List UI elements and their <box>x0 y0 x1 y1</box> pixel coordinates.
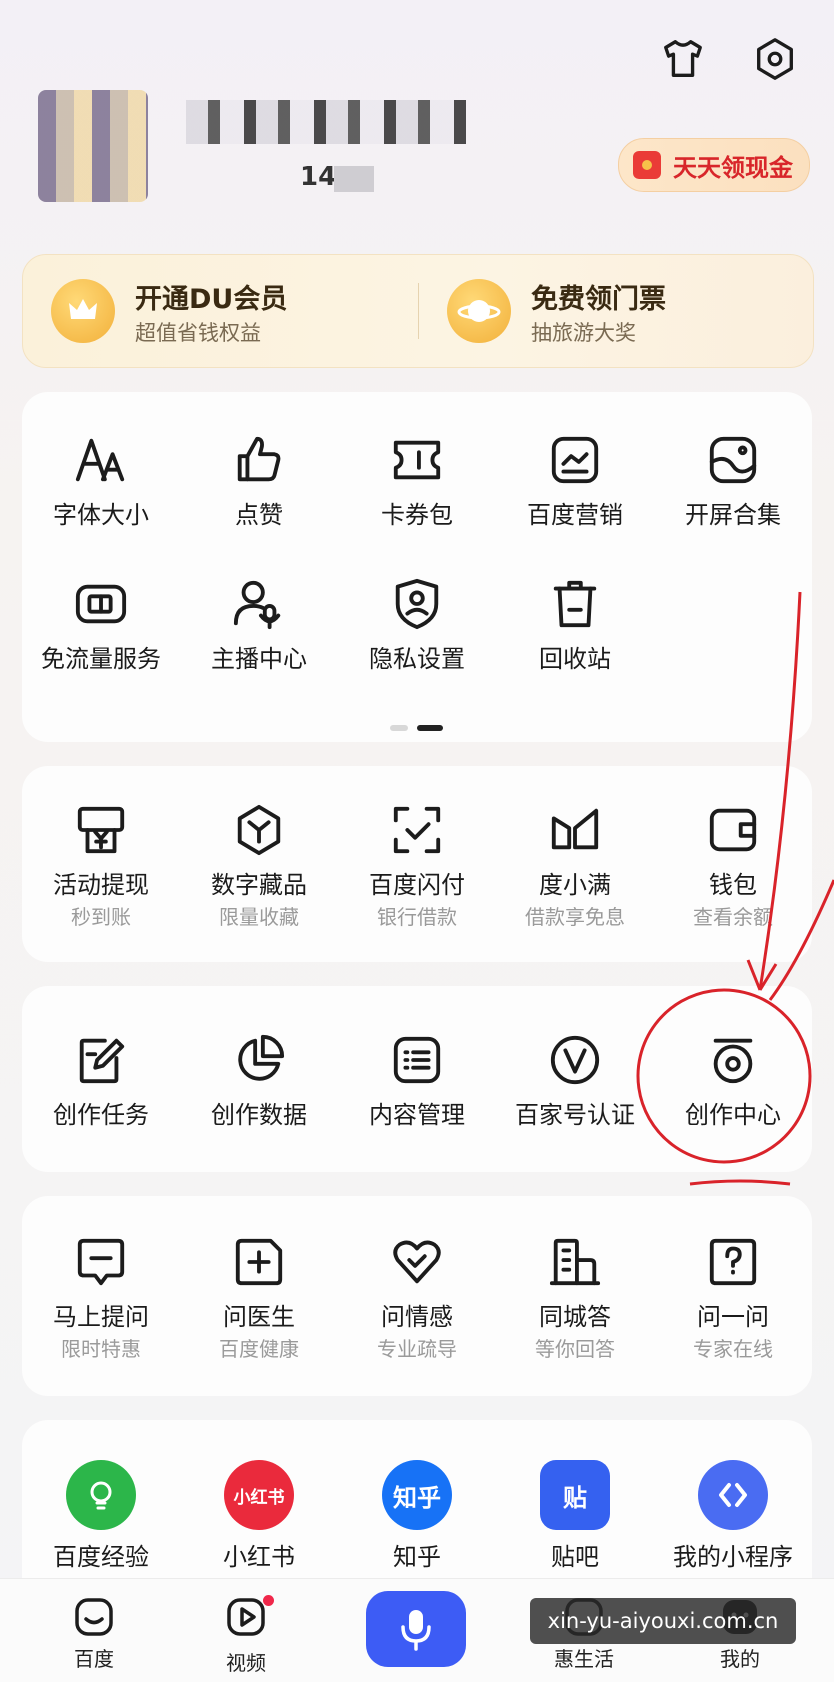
username-mosaic <box>186 100 466 144</box>
digital-collectibles-item[interactable]: 数字藏品 限量收藏 <box>180 802 338 930</box>
creation-center-icon <box>713 1038 753 1084</box>
video-play-icon <box>227 1598 265 1636</box>
content-management-item[interactable]: 内容管理 <box>338 1032 496 1130</box>
vip-title: 开通DU会员 <box>135 284 288 315</box>
free-data-item[interactable]: 免流量服务 <box>22 576 180 674</box>
xiaohongshu-item[interactable]: 小红书 小红书 <box>180 1460 338 1572</box>
font-size-icon <box>75 438 125 482</box>
du-vip-entry[interactable]: 开通DU会员 超值省钱权益 <box>23 255 418 367</box>
red-packet-button[interactable]: 天天领现金 <box>618 138 810 192</box>
tools-card: 字体大小 点赞 卡券包 百度营销 开屏合集 免流量服务 主播中心 隐私设置 回收… <box>22 392 812 742</box>
thumbs-up-icon <box>237 436 281 482</box>
heart-check-icon <box>393 1240 441 1284</box>
list-icon <box>393 1036 441 1084</box>
likes-item[interactable]: 点赞 <box>180 432 338 530</box>
watermark-label: xin-yu-aiyouxi.com.cn <box>530 1598 796 1644</box>
tshirt-icon[interactable] <box>660 36 706 82</box>
my-miniprogram-item[interactable]: 我的小程序 <box>654 1460 812 1572</box>
notification-dot <box>263 1595 274 1606</box>
edit-icon <box>79 1038 125 1084</box>
streamer-icon <box>233 580 281 630</box>
wallet-item[interactable]: 钱包 查看余额 <box>654 802 812 930</box>
crown-icon <box>51 279 115 343</box>
baidu-jingyan-item[interactable]: 百度经验 <box>22 1460 180 1572</box>
trash-icon <box>553 580 597 628</box>
ask-doctor-item[interactable]: 问医生 百度健康 <box>180 1234 338 1362</box>
local-answer-item[interactable]: 同城答 等你回答 <box>496 1234 654 1362</box>
tools-row-2: 免流量服务 主播中心 隐私设置 回收站 <box>22 576 812 674</box>
baijiahao-verify-item[interactable]: 百家号认证 <box>496 1032 654 1130</box>
building-icon <box>549 1238 601 1286</box>
tieba-item[interactable]: 贴 贴吧 <box>496 1460 654 1572</box>
duxiaoman-item[interactable]: 度小满 借款享免息 <box>496 802 654 930</box>
creation-data-item[interactable]: 创作数据 <box>180 1032 338 1130</box>
user-id-mosaic <box>334 166 374 192</box>
shield-icon <box>395 578 439 630</box>
medical-plus-icon <box>235 1238 283 1286</box>
tab-baidu[interactable]: 百度 <box>34 1595 154 1672</box>
ask-emotion-item[interactable]: 问情感 专业疏导 <box>338 1234 496 1362</box>
streamer-center-item[interactable]: 主播中心 <box>180 576 338 674</box>
microphone-icon <box>401 1610 431 1651</box>
user-id-text: 14 <box>300 162 337 192</box>
sim-card-icon <box>75 584 127 624</box>
duxiaoman-icon <box>551 808 599 850</box>
pie-chart-icon <box>238 1034 285 1081</box>
creation-center-item[interactable]: 创作中心 <box>654 1032 812 1130</box>
chat-minus-icon <box>77 1238 125 1286</box>
verified-v-icon <box>550 1035 600 1085</box>
coupons-item[interactable]: 卡券包 <box>338 432 496 530</box>
avatar[interactable] <box>38 90 148 202</box>
page-indicator <box>390 716 444 735</box>
image-icon <box>709 436 757 484</box>
zhihu-item[interactable]: 知乎 知乎 <box>338 1460 496 1572</box>
lightbulb-icon <box>66 1460 136 1530</box>
free-ticket-entry[interactable]: 免费领门票 抽旅游大奖 <box>419 255 813 367</box>
creator-card: 创作任务 创作数据 内容管理 百家号认证 创作中心 <box>22 986 812 1172</box>
baidu-marketing-item[interactable]: 百度营销 <box>496 432 654 530</box>
cash-withdraw-item[interactable]: 活动提现 秒到账 <box>22 802 180 930</box>
xiaohongshu-logo-icon: 小红书 <box>224 1460 294 1530</box>
tab-video[interactable]: 视频 <box>186 1595 306 1676</box>
privacy-settings-item[interactable]: 隐私设置 <box>338 576 496 674</box>
splash-collection-item[interactable]: 开屏合集 <box>654 432 812 530</box>
baidu-quickpay-item[interactable]: 百度闪付 银行借款 <box>338 802 496 930</box>
ask-now-item[interactable]: 马上提问 限时特惠 <box>22 1234 180 1362</box>
question-icon <box>709 1238 757 1286</box>
wallet-icon <box>709 808 757 852</box>
ticket-subtitle: 抽旅游大奖 <box>531 321 636 345</box>
red-packet-label: 天天领现金 <box>673 153 793 182</box>
cash-icon <box>77 806 125 854</box>
marketing-icon <box>551 436 599 484</box>
baidu-home-icon <box>75 1598 113 1636</box>
cube-icon <box>237 804 281 856</box>
vip-subtitle: 超值省钱权益 <box>135 321 261 345</box>
tieba-logo-icon: 贴 <box>540 1460 610 1530</box>
finance-card: 活动提现 秒到账 数字藏品 限量收藏 百度闪付 银行借款 度小满 借款享免息 钱… <box>22 766 812 962</box>
gear-icon[interactable] <box>752 36 798 82</box>
ticket-icon <box>393 440 441 480</box>
creation-tasks-item[interactable]: 创作任务 <box>22 1032 180 1130</box>
ticket-title: 免费领门票 <box>531 284 666 315</box>
miniprogram-icon <box>698 1460 768 1530</box>
red-packet-icon <box>633 151 661 179</box>
ask-card: 马上提问 限时特惠 问医生 百度健康 问情感 专业疏导 同城答 等你回答 问一问… <box>22 1196 812 1396</box>
ask-expert-item[interactable]: 问一问 专家在线 <box>654 1234 812 1362</box>
planet-icon <box>447 279 511 343</box>
recycle-bin-item[interactable]: 回收站 <box>496 576 654 674</box>
vip-banner: 开通DU会员 超值省钱权益 免费领门票 抽旅游大奖 <box>22 254 814 368</box>
font-size-item[interactable]: 字体大小 <box>22 432 180 530</box>
scan-check-icon <box>393 806 441 854</box>
tools-row-1: 字体大小 点赞 卡券包 百度营销 开屏合集 <box>22 432 812 530</box>
voice-search-button[interactable] <box>366 1591 466 1667</box>
zhihu-logo-icon: 知乎 <box>382 1460 452 1530</box>
